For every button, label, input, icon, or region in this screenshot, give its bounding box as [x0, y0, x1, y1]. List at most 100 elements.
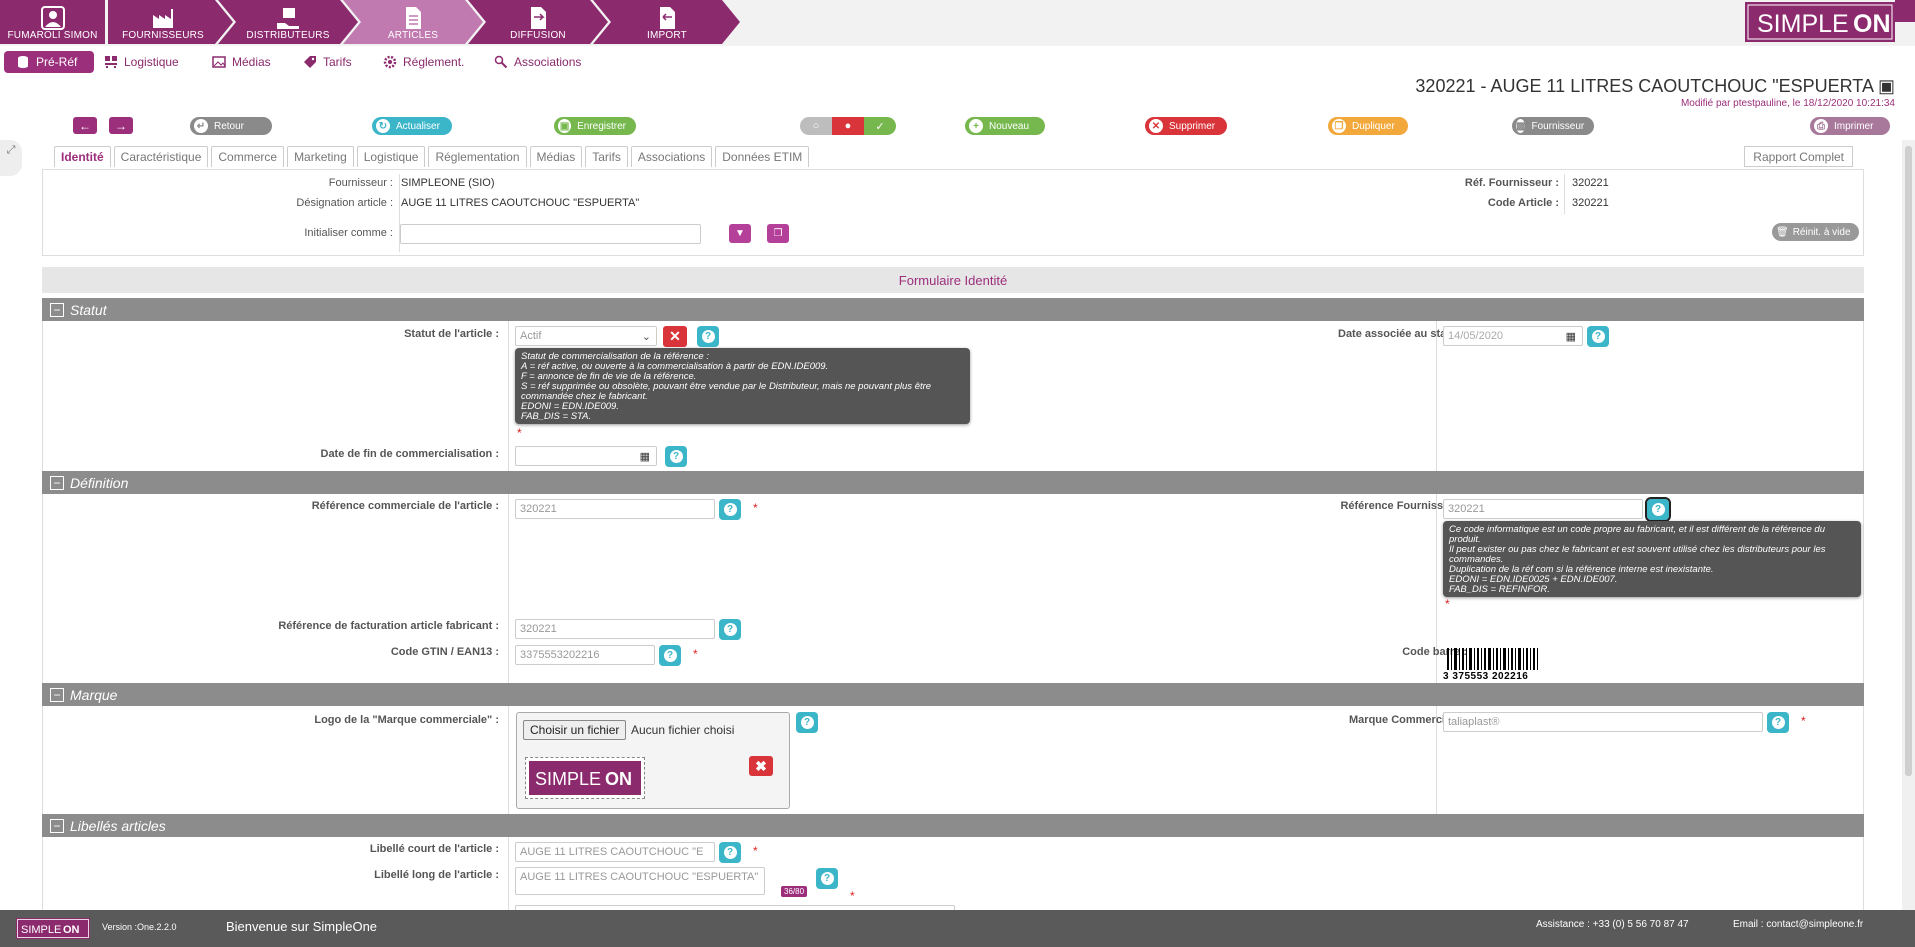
nav-tab-diffusion[interactable]: DIFFUSION [478, 0, 598, 44]
choose-file-button[interactable]: Choisir un fichier [523, 720, 627, 740]
reset-button[interactable]: 🗑 Réinit. à vide [1772, 223, 1859, 241]
subnav-pre-ref[interactable]: Pré-Réf [4, 51, 94, 73]
subnav-tarifs[interactable]: Tarifs [303, 51, 352, 73]
duplicate-button[interactable]: ❐ Dupliquer [1328, 117, 1408, 135]
copy-icon: ❐ [1332, 119, 1346, 133]
nav-tab-label: DIFFUSION [510, 30, 566, 41]
section-libelles-body: Libellé court de l'article : AUGE 11 LIT… [42, 837, 1864, 910]
tab-rapport-complet[interactable]: Rapport Complet [1744, 146, 1853, 167]
arrow-right-icon: → [115, 118, 127, 133]
tooltip-line: FAB_DIS = REFINFOR. [1449, 584, 1550, 595]
assistance-text: Assistance : +33 (0) 5 56 70 87 47 [1536, 919, 1689, 930]
ref-four-help-button[interactable]: ? [1645, 497, 1671, 522]
subnav-logistique[interactable]: Logistique [104, 51, 179, 73]
ref-four-input[interactable]: 320221 [1443, 499, 1643, 519]
section-definition-header[interactable]: − Définition [42, 471, 1864, 494]
end-date-input[interactable]: ▦ [515, 446, 657, 466]
subnav-associations[interactable]: Associations [494, 51, 581, 73]
bulb-red-icon[interactable]: ● [832, 117, 864, 135]
tab-commerce[interactable]: Commerce [211, 146, 285, 167]
footer: SIMPLE ON Version :One.2.2.0 Bienvenue su… [0, 910, 1915, 947]
libelle-long-textarea[interactable]: AUGE 11 LITRES CAOUTCHOUC "ESPUERTA" [515, 867, 765, 895]
back-button[interactable]: ↵ Retour [190, 117, 272, 135]
tab-donnees-etim[interactable]: Données ETIM [715, 146, 810, 167]
tab-identite[interactable]: Identité [54, 146, 111, 167]
link-icon [494, 55, 508, 69]
subnav-reglement[interactable]: Réglement. [383, 51, 464, 73]
section-statut-header[interactable]: − Statut [42, 298, 1864, 321]
clear-status-button[interactable]: ✕ [663, 326, 687, 347]
init-as-input[interactable] [400, 224, 701, 244]
nav-tab-user[interactable]: FUMAROLI SIMON [0, 0, 105, 44]
diffusion-icon [531, 7, 546, 29]
ref-fact-help-button[interactable]: ? [719, 619, 741, 640]
file-status-text: Aucun fichier choisi [631, 723, 735, 737]
libelle-court-help-button[interactable]: ? [719, 842, 741, 863]
remove-logo-button[interactable]: ✖ [749, 756, 773, 776]
scrollbar-thumb[interactable] [1905, 146, 1912, 776]
required-marker: * [753, 501, 758, 515]
tab-medias[interactable]: Médias [529, 146, 583, 167]
print-button[interactable]: ⎙ Imprimer [1810, 117, 1890, 135]
libelle-long-label: Libellé long de l'article : [374, 869, 499, 881]
nav-tab-fournisseurs[interactable]: FOURNISSEURS [108, 0, 218, 44]
tab-logistique[interactable]: Logistique [356, 146, 426, 167]
status-select[interactable]: Actif ⌄ [515, 326, 657, 346]
logo-help-button[interactable]: ? [796, 712, 818, 733]
libelle-long-help-button[interactable]: ? [816, 868, 838, 889]
bulb-check-icon[interactable]: ✓ [864, 117, 896, 135]
supplier-button[interactable]: ▩ Fournisseur [1512, 117, 1594, 135]
previous-button[interactable]: ← [73, 117, 97, 134]
svg-text:ON: ON [605, 769, 632, 789]
database-icon [18, 56, 28, 68]
subnav-medias[interactable]: Médias [212, 51, 271, 73]
section-marque-header[interactable]: − Marque [42, 683, 1864, 706]
toolbar: ← → ↵ Retour ↻ Actualiser ▣ Enregistrer ○ ●… [0, 116, 1915, 138]
gtin-label: Code GTIN / EAN13 : [390, 646, 499, 658]
tab-associations[interactable]: Associations [630, 146, 713, 167]
help-icon: ? [1651, 503, 1665, 516]
tab-caracteristique[interactable]: Caractéristique [113, 146, 209, 167]
marque-help-button[interactable]: ? [1767, 712, 1789, 733]
refresh-button[interactable]: ↻ Actualiser [372, 117, 452, 135]
ref-com-input[interactable]: 320221 [515, 499, 715, 519]
nav-tab-distributeurs[interactable]: DISTRIBUTEURS [228, 0, 348, 44]
ref-fact-input[interactable]: 320221 [515, 619, 715, 639]
status-date-input[interactable]: 14/05/2020 ▦ [1443, 326, 1583, 346]
ref-supplier-label: Réf. Fournisseur : [1464, 177, 1559, 189]
gtin-input[interactable]: 3375553202216 [515, 645, 655, 665]
new-button[interactable]: + Nouveau [965, 117, 1045, 135]
tab-reglementation[interactable]: Réglementation [428, 146, 527, 167]
dropdown-button[interactable]: ▼ [729, 224, 751, 243]
subnav-label: Réglement. [403, 55, 465, 69]
help-icon: ? [701, 330, 715, 343]
ref-com-help-button[interactable]: ? [719, 499, 741, 520]
tab-tarifs[interactable]: Tarifs [585, 146, 628, 167]
subnav-label: Médias [232, 55, 271, 69]
date-help-button[interactable]: ? [1587, 326, 1609, 347]
page-scrollbar[interactable] [1902, 140, 1915, 910]
save-button[interactable]: ▣ Enregistrer [554, 117, 636, 135]
libelle-court-input[interactable]: AUGE 11 LITRES CAOUTCHOUC "E [515, 842, 715, 862]
copy-button[interactable]: ❐ [767, 224, 789, 243]
expand-sidebar-handle[interactable]: ⤢ [0, 140, 22, 176]
section-libelles-header[interactable]: − Libellés articles [42, 814, 1864, 837]
bulb-off-icon[interactable]: ○ [800, 117, 832, 135]
calendar-icon: ▦ [1565, 330, 1576, 343]
nav-tab-label: ARTICLES [387, 30, 439, 41]
gtin-help-button[interactable]: ? [659, 645, 681, 666]
svg-text:SIMPLE: SIMPLE [535, 769, 601, 789]
end-date-help-button[interactable]: ? [665, 446, 687, 467]
status-help-button[interactable]: ? [697, 326, 719, 347]
section-title: Marque [70, 686, 118, 703]
image-icon [212, 56, 226, 68]
next-button[interactable]: → [109, 117, 133, 134]
delete-button[interactable]: ✕ Supprimer [1145, 117, 1227, 135]
subnav-label: Associations [514, 55, 582, 69]
tab-marketing[interactable]: Marketing [287, 146, 354, 167]
marque-input[interactable]: taliaplast® [1443, 712, 1763, 732]
save-icon: ▣ [558, 119, 572, 133]
help-icon: ? [723, 503, 737, 516]
nav-tab-articles[interactable]: ARTICLES [353, 0, 473, 44]
nav-tab-import[interactable]: IMPORT [603, 0, 731, 44]
